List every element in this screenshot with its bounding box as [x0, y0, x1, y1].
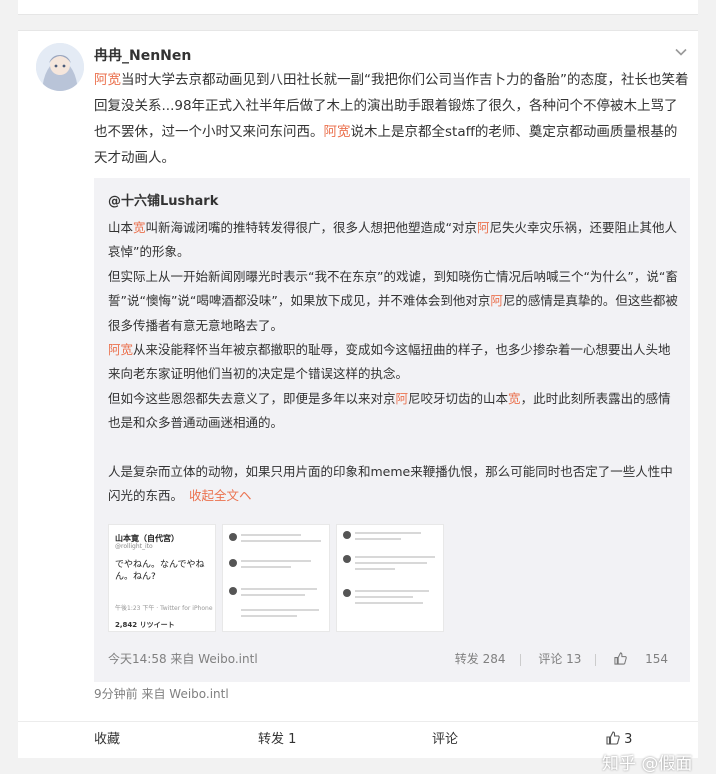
mini-text-line [355, 602, 423, 604]
mini-text-line [355, 562, 427, 564]
action-bar: 收藏 转发 1 评论 3 [18, 721, 698, 758]
mini-text-line [241, 540, 321, 542]
post-source: 来自 Weibo.intl [141, 687, 229, 701]
zhihu-watermark: 知乎 @假面 [602, 754, 693, 774]
thumbs-up-icon [606, 731, 620, 745]
repost-timestamp[interactable]: 今天14:58 [108, 652, 167, 666]
post-highlight[interactable]: 阿宽 [324, 124, 351, 140]
repost-time: 今天14:58 来自 Weibo.intl [108, 650, 258, 667]
highlight-segment: 宽 [133, 220, 146, 235]
post-meta: 9分钟前 来自 Weibo.intl [94, 685, 229, 702]
repost-actions: 转发 284 评论 13 154 [441, 650, 668, 667]
divider [519, 653, 521, 666]
text-segment: 但如今这些恩怨都失去意义了，即便是多年以来对京 [108, 390, 396, 406]
mini-text-line [241, 560, 311, 562]
highlight-segment: 宽 [508, 390, 521, 406]
mini-text-line [241, 566, 291, 568]
repost-paragraph: 人是复杂而立体的动物，如果只用片面的印象和meme来鞭播仇恨，那么可能同时也否定… [108, 460, 680, 509]
highlight-segment: 阿 [477, 220, 490, 235]
mini-text-line [355, 532, 421, 534]
repost-comment-button[interactable]: 评论 13 [538, 650, 581, 667]
mini-text-line [355, 596, 413, 598]
mini-text-line [355, 538, 401, 540]
post-timestamp[interactable]: 9分钟前 [94, 687, 138, 701]
repost-repost-button[interactable]: 转发 284 [455, 650, 506, 667]
tweet-retweet-count: 2,842 リツイート [115, 621, 175, 629]
mini-avatar [343, 589, 351, 597]
tweet-meta: 午後1:23 下午 · Twitter for iPhone [115, 605, 213, 612]
chevron-down-icon[interactable] [674, 45, 688, 59]
mini-text-line [355, 556, 435, 558]
avatar[interactable] [36, 43, 84, 91]
mini-text-line [241, 609, 319, 611]
text-segment: 从来没能释怀当年被京都撤职的耻辱，变成如今这幅扭曲的样子，也多少掺杂着一心想要出… [108, 342, 671, 382]
repost-like-count: 154 [645, 652, 668, 666]
previous-card-edge [18, 0, 698, 15]
repost-like-button[interactable]: 154 [614, 652, 668, 666]
mini-avatar [229, 533, 237, 541]
repost-paragraph: 但实际上从一开始新闻刚曝光时表示“我不在东京”的戏谑，到知晓伤亡情况后呐喊三个“… [108, 265, 680, 338]
mini-text-line [241, 594, 305, 596]
text-segment: 尼咬牙切齿的山本 [408, 390, 509, 406]
favorite-button[interactable]: 收藏 [94, 722, 120, 758]
highlight-segment: 阿 [490, 293, 503, 309]
mini-avatar [229, 587, 237, 595]
like-count: 3 [624, 732, 633, 747]
highlight-segment: 阿宽 [108, 342, 134, 358]
mini-text-line [355, 590, 429, 592]
weibo-card: 冉冉_NenNen 阿宽当时大学去京都动画见到八田社长就一副“我把你们公司当作吉… [18, 30, 698, 774]
repost-paragraph: 阿宽从来没能释怀当年被京都撤职的耻辱，变成如今这幅扭曲的样子，也多少掺杂着一心想… [108, 338, 680, 387]
highlight-segment: 阿 [395, 390, 409, 406]
mini-text-line [241, 588, 317, 590]
collapse-text-link[interactable]: 收起全文ヘ [189, 488, 252, 503]
text-segment: 叫新海诚闭嘴的推特转发得很广，很多人想把他塑造成“对京 [145, 220, 478, 235]
mini-text-line [355, 568, 395, 570]
mini-avatar [229, 559, 237, 567]
repost-box: @十六铺Lushark 山本宽叫新海诚闭嘴的推特转发得很广，很多人想把他塑造成“… [94, 178, 690, 682]
repost-button[interactable]: 转发 1 [258, 722, 296, 758]
repost-paragraph: 但如今这些恩怨都失去意义了，即便是多年以来对京阿尼咬牙切齿的山本宽，此时此刻所表… [108, 387, 680, 436]
mini-text-line [241, 534, 301, 536]
tweet-screenshot-thumbnail[interactable] [222, 524, 330, 632]
thumbs-up-icon [614, 652, 627, 665]
divider [595, 653, 597, 666]
mini-text-line [241, 615, 297, 617]
username[interactable]: 冉冉_NenNen [94, 45, 191, 65]
tweet-author-handle: @rollight_ito [115, 543, 153, 550]
repost-paragraph: 山本宽叫新海诚闭嘴的推特转发得很广，很多人想把他塑造成“对京阿尼失火幸灾乐祸，还… [108, 216, 680, 265]
text-segment: 山本 [108, 220, 134, 235]
mini-avatar [343, 555, 351, 563]
repost-source: 来自 Weibo.intl [170, 652, 258, 666]
post-highlight[interactable]: 阿宽 [94, 72, 121, 88]
tweet-screenshot-thumbnail[interactable]: 山本寛（自代宮） @rollight_ito でやねん。なんでやねん。ねん? 午… [108, 524, 216, 632]
tweet-text: でやねん。なんでやねん。ねん? [115, 560, 205, 582]
tweet-screenshot-thumbnail[interactable] [336, 524, 444, 632]
repost-author[interactable]: @十六铺Lushark [108, 190, 218, 209]
mini-avatar [343, 531, 351, 539]
repost-text: 山本宽叫新海诚闭嘴的推特转发得很广，很多人想把他塑造成“对京阿尼失火幸灾乐祸，还… [108, 216, 680, 508]
comment-button[interactable]: 评论 [432, 722, 458, 758]
post-text: 阿宽当时大学去京都动画见到八田社长就一副“我把你们公司当作吉卜力的备胎”的态度，… [94, 67, 690, 171]
